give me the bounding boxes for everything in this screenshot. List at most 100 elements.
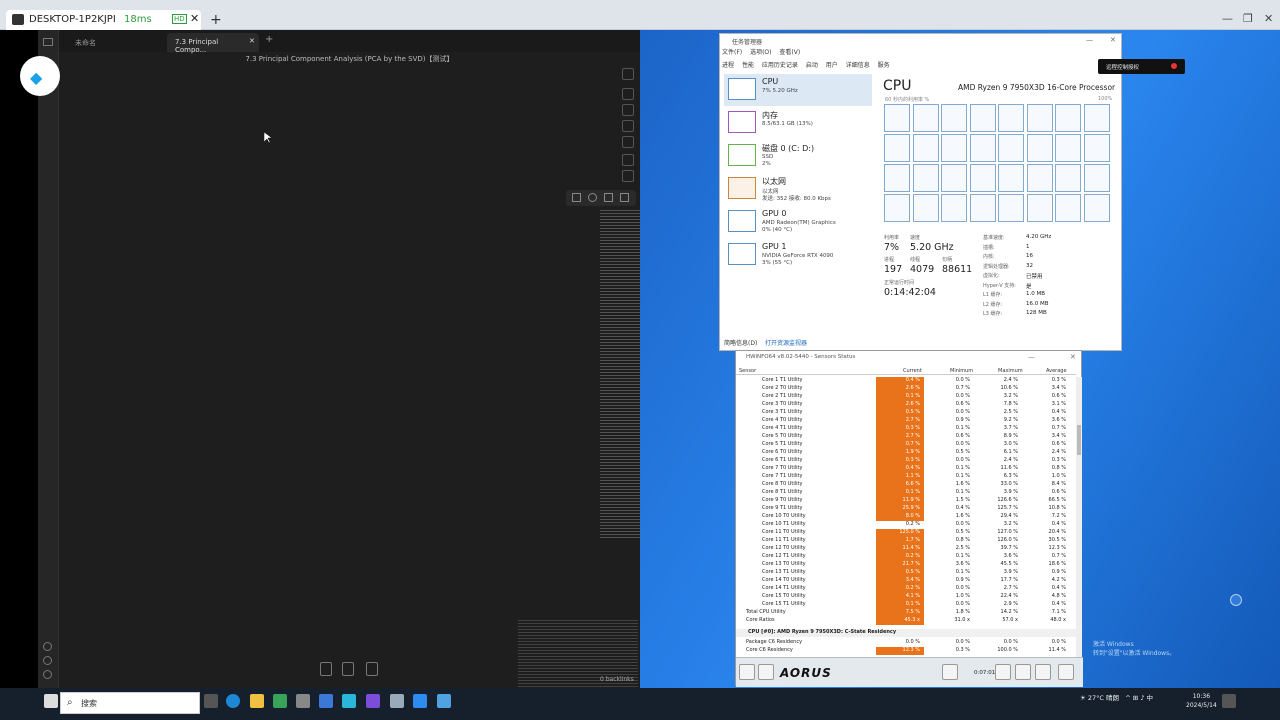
sensor-row[interactable]: Core 15 T1 Utility 0.1 % 0.0 % 2.9 % 0.4 % (736, 601, 1076, 609)
tab-pca-note[interactable]: 7.3 Principal Compo... ✕ (167, 33, 259, 54)
backlinks-count[interactable]: 0 backlinks (600, 676, 634, 683)
stop-icon[interactable] (1171, 63, 1177, 69)
tray-icons[interactable]: ^ ⊞ ♪ (1125, 694, 1144, 702)
perf-item-gpu0[interactable]: GPU 0 AMD Radeon(TM) Graphics 0% (40 °C) (724, 206, 872, 238)
taskbar-clock[interactable]: 10:36 2024/5/14 (1186, 692, 1217, 710)
sensor-row[interactable]: Core 2 T0 Utility 2.6 % 0.7 % 10.6 % 3.4 % (736, 385, 1076, 393)
sensor-row[interactable]: Core 14 T0 Utility 3.4 % 0.9 % 17.7 % 4.2 % (736, 577, 1076, 585)
edit-icon[interactable] (620, 193, 629, 202)
sensor-row[interactable]: Core 10 T1 Utility 0.2 % 0.0 % 3.2 % 0.4 % (736, 521, 1076, 529)
file-explorer-icon[interactable] (250, 694, 264, 708)
settings-gear-icon[interactable] (622, 68, 634, 80)
perf-item-memory[interactable]: 内存 8.5/63.1 GB (13%) (724, 107, 872, 139)
perf-item-gpu1[interactable]: GPU 1 NVIDIA GeForce RTX 4090 3% (55 °C) (724, 239, 872, 271)
remote-app-logo[interactable]: ◆ (20, 56, 60, 96)
arrows-icon-2[interactable] (758, 664, 774, 680)
col-minimum[interactable]: Minimum (950, 368, 973, 374)
close-icon[interactable]: ✕ (1110, 36, 1116, 44)
sensor-row[interactable]: Package C6 Residency 0.0 % 0.0 % 0.0 % 0.0 % (736, 639, 1076, 647)
trash-icon[interactable] (572, 193, 581, 202)
redo-icon[interactable] (622, 170, 634, 182)
sensor-row[interactable]: Core 6 T1 Utility 0.3 % 0.0 % 2.4 % 0.3 % (736, 457, 1076, 465)
report-icon[interactable] (1015, 664, 1031, 680)
menu-file[interactable]: 文件(F) (722, 49, 742, 56)
edge-icon[interactable] (226, 694, 240, 708)
perf-item-ethernet[interactable]: 以太网 以太网 发送: 352 接收: 80.0 Kbps (724, 173, 872, 205)
app-icon[interactable] (296, 694, 310, 708)
sensor-row[interactable]: Core 5 T0 Utility 2.7 % 0.6 % 8.9 % 3.4 % (736, 433, 1076, 441)
sensor-row[interactable]: Core 11 T0 Utility 125.0 % 0.5 % 127.0 % 20.… (736, 529, 1076, 537)
brief-info-button[interactable]: 简略信息(D) (724, 340, 757, 347)
sensor-row[interactable]: Core 3 T0 Utility 2.6 % 0.6 % 7.8 % 3.1 % (736, 401, 1076, 409)
minimize-button[interactable]: — (1222, 12, 1233, 25)
minimize-icon[interactable]: — (1028, 353, 1035, 361)
taskbar-search[interactable]: ⌕ 搜索 (60, 692, 200, 714)
arrows-icon[interactable] (739, 664, 755, 680)
sensor-row[interactable]: Core 12 T1 Utility 0.2 % 0.1 % 3.6 % 0.7 % (736, 553, 1076, 561)
scrollbar-thumb[interactable] (1077, 425, 1081, 455)
tab-app-history[interactable]: 应用历史记录 (762, 62, 798, 69)
close-window-button[interactable]: ✕ (1264, 12, 1273, 25)
tab-services[interactable]: 服务 (878, 62, 890, 69)
resource-monitor-link[interactable]: 打开资源监视器 (765, 340, 807, 347)
col-maximum[interactable]: Maximum (998, 368, 1023, 374)
menu-options[interactable]: 选项(O) (750, 49, 771, 56)
sensor-row[interactable]: Core 5 T1 Utility 0.7 % 0.0 % 3.0 % 0.6 % (736, 441, 1076, 449)
tab-untitled[interactable]: 未命名 (67, 33, 162, 52)
weather-text[interactable]: 27°C 晴朗 (1088, 694, 1119, 702)
minimize-icon[interactable]: — (1086, 36, 1093, 44)
refresh-icon[interactable] (622, 104, 634, 116)
undo-icon[interactable] (622, 154, 634, 166)
chevron-left-icon[interactable] (1230, 594, 1242, 606)
help-icon-2[interactable] (43, 656, 52, 665)
sensor-row[interactable]: Core 15 T0 Utility 4.1 % 1.0 % 22.4 % 4.8 % (736, 593, 1076, 601)
sensor-row[interactable]: Core 4 T0 Utility 2.7 % 0.9 % 9.2 % 3.6 % (736, 417, 1076, 425)
file-icon[interactable] (320, 662, 332, 676)
sensor-row[interactable]: Core 1 T1 Utility 0.4 % 0.0 % 2.4 % 0.3 % (736, 377, 1076, 385)
sensor-row[interactable]: Core 9 T0 Utility 11.9 % 1.5 % 126.6 % 66.5 … (736, 497, 1076, 505)
close-icon[interactable]: ✕ (249, 37, 255, 45)
sensor-row[interactable]: Core 9 T1 Utility 25.9 % 0.4 % 125.7 % 10.8 … (736, 505, 1076, 513)
task-view-icon[interactable] (204, 694, 218, 708)
col-average[interactable]: Average (1046, 368, 1067, 374)
palette-icon[interactable] (588, 193, 597, 202)
sensor-row[interactable]: Core 8 T1 Utility 0.1 % 0.1 % 3.9 % 0.6 % (736, 489, 1076, 497)
sensor-row[interactable]: Core 3 T1 Utility 0.5 % 0.0 % 2.5 % 0.4 % (736, 409, 1076, 417)
remote-session-tab[interactable]: DESKTOP-1P2KJPI 18ms HD ✕ (6, 10, 201, 30)
sensor-row[interactable]: Core 11 T1 Utility 1.7 % 0.8 % 126.0 % 30.5 … (736, 537, 1076, 545)
obsidian-icon[interactable] (366, 694, 380, 708)
fullscreen-icon[interactable] (622, 120, 634, 132)
app-icon-2[interactable] (319, 694, 333, 708)
perf-item-disk[interactable]: 磁盘 0 (C: D:) SSD 2% (724, 140, 872, 172)
help-icon[interactable] (43, 642, 52, 651)
sensor-row[interactable]: Core 6 T0 Utility 1.9 % 0.5 % 6.1 % 2.4 % (736, 449, 1076, 457)
sensor-row[interactable]: Core 2 T1 Utility 0.1 % 0.0 % 3.2 % 0.6 % (736, 393, 1076, 401)
notification-icon[interactable] (1222, 694, 1236, 708)
sensor-row[interactable]: Core 14 T1 Utility 0.2 % 0.0 % 2.7 % 0.4 % (736, 585, 1076, 593)
ime-indicator[interactable]: 中 (1147, 694, 1154, 702)
store-icon[interactable] (273, 694, 287, 708)
col-sensor[interactable]: Sensor (739, 368, 756, 374)
new-tab-button[interactable]: + (265, 34, 273, 45)
app-icon-5[interactable] (413, 694, 427, 708)
clock-icon[interactable] (995, 664, 1011, 680)
tab-performance[interactable]: 性能 (742, 62, 754, 69)
document-icon[interactable] (342, 662, 354, 676)
close-tab-icon[interactable]: ✕ (190, 12, 199, 25)
sensor-row[interactable]: Core 4 T1 Utility 0.3 % 0.1 % 3.7 % 0.7 % (736, 425, 1076, 433)
zoom-in-icon[interactable] (622, 88, 634, 100)
sensor-row[interactable]: Core C6 Residency 12.3 % 0.3 % 100.0 % 11.4 … (736, 647, 1076, 655)
col-current[interactable]: Current (903, 368, 922, 374)
perf-item-cpu[interactable]: CPU 7% 5.20 GHz (724, 74, 872, 106)
app-icon-3[interactable] (342, 694, 356, 708)
windows-start-icon[interactable] (44, 694, 58, 708)
sensor-row[interactable]: Core Ratios 45.3 x 31.0 x 57.0 x 48.0 x (736, 617, 1076, 625)
app-icon-6[interactable] (437, 694, 451, 708)
zoom-out-icon[interactable] (622, 136, 634, 148)
sidebar-toggle-icon[interactable] (43, 38, 53, 46)
remote-control-badge[interactable]: 远程控制授权 (1098, 59, 1185, 74)
sensor-row[interactable]: Core 13 T0 Utility 21.7 % 3.6 % 45.5 % 18.6 … (736, 561, 1076, 569)
sensor-row[interactable]: Core 12 T0 Utility 11.4 % 2.5 % 39.7 % 12.3 … (736, 545, 1076, 553)
weather-icon[interactable]: ☀ (1080, 694, 1086, 702)
sensor-row[interactable]: Core 7 T1 Utility 1.1 % 0.1 % 6.3 % 1.0 % (736, 473, 1076, 481)
